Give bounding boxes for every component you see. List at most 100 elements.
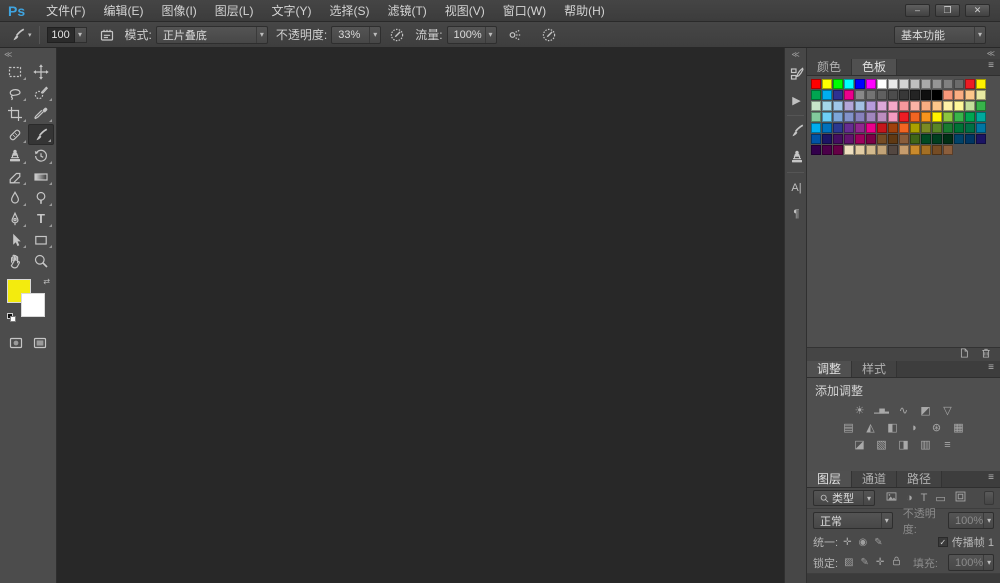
tool-gradient[interactable] <box>28 166 54 187</box>
swatch[interactable] <box>888 123 898 133</box>
swatch[interactable] <box>954 79 964 89</box>
swatch[interactable] <box>976 101 986 111</box>
filter-kind-select[interactable]: 类型 ▾ <box>813 490 875 506</box>
collapse-tools-icon[interactable]: ≪ <box>0 48 56 61</box>
swatch[interactable] <box>833 145 843 155</box>
tab-channels[interactable]: 通道 <box>852 471 897 487</box>
swatch[interactable] <box>844 134 854 144</box>
tool-pen[interactable] <box>2 208 28 229</box>
swatch[interactable] <box>855 134 865 144</box>
quick-mask-button[interactable] <box>8 335 24 356</box>
tool-lasso[interactable] <box>2 82 28 103</box>
menu-item-9[interactable]: 帮助(H) <box>555 4 614 18</box>
swatch[interactable] <box>954 112 964 122</box>
swatch[interactable] <box>866 112 876 122</box>
layers-list-empty[interactable] <box>807 574 1000 583</box>
filter-shape-icon[interactable]: ▭ <box>935 492 945 505</box>
adjustment-channel-mixer-icon[interactable]: ⊛ <box>929 421 944 435</box>
layer-blend-mode-select[interactable]: 正常 ▾ <box>813 512 893 529</box>
lock-position-icon[interactable]: ✛ <box>876 557 884 568</box>
swatch[interactable] <box>965 90 975 100</box>
adjustment-hue-saturation-icon[interactable]: ▤ <box>841 421 856 435</box>
menu-item-6[interactable]: 滤镜(T) <box>378 4 435 18</box>
swatch[interactable] <box>844 90 854 100</box>
screen-mode-button[interactable] <box>32 335 48 356</box>
swatch[interactable] <box>888 101 898 111</box>
swatch[interactable] <box>822 79 832 89</box>
tab-styles[interactable]: 样式 <box>852 361 897 377</box>
blend-mode-select[interactable]: 正片叠底 ▾ <box>156 26 268 44</box>
tool-preset-arrow-icon[interactable]: ▾ <box>28 31 32 39</box>
swatch[interactable] <box>965 79 975 89</box>
swatch[interactable] <box>822 134 832 144</box>
background-color-swatch[interactable] <box>21 293 45 317</box>
swatch[interactable] <box>954 101 964 111</box>
swatch[interactable] <box>877 123 887 133</box>
swatch[interactable] <box>921 101 931 111</box>
swatch[interactable] <box>855 112 865 122</box>
adjustment-posterize-icon[interactable]: ▧ <box>874 438 889 452</box>
swatch[interactable] <box>877 101 887 111</box>
swatch[interactable] <box>910 90 920 100</box>
swatch[interactable] <box>822 101 832 111</box>
swatch[interactable] <box>954 90 964 100</box>
swatch[interactable] <box>844 79 854 89</box>
swatch[interactable] <box>943 123 953 133</box>
swatch[interactable] <box>899 112 909 122</box>
swatch[interactable] <box>822 123 832 133</box>
menu-item-0[interactable]: 文件(F) <box>37 4 94 18</box>
tool-blur[interactable] <box>2 187 28 208</box>
swatch[interactable] <box>877 145 887 155</box>
swatch[interactable] <box>811 145 821 155</box>
swatch[interactable] <box>910 145 920 155</box>
adjustment-vibrance-icon[interactable]: ▽ <box>940 404 955 418</box>
swatch[interactable] <box>899 90 909 100</box>
swatch[interactable] <box>943 145 953 155</box>
adjustment-color-lookup-icon[interactable]: ▦ <box>951 421 966 435</box>
swatch[interactable] <box>866 145 876 155</box>
swatch[interactable] <box>976 90 986 100</box>
swatch[interactable] <box>910 112 920 122</box>
tool-rectangle-shape[interactable] <box>28 229 54 250</box>
swatch[interactable] <box>811 134 821 144</box>
tool-dodge[interactable] <box>28 187 54 208</box>
swatch[interactable] <box>833 112 843 122</box>
tool-hand[interactable] <box>2 250 28 271</box>
swatch[interactable] <box>921 123 931 133</box>
swatch[interactable] <box>965 101 975 111</box>
swatch[interactable] <box>899 134 909 144</box>
swatch[interactable] <box>855 79 865 89</box>
adjustment-threshold-icon[interactable]: ◨ <box>896 438 911 452</box>
swatch[interactable] <box>811 112 821 122</box>
filter-smart-object-icon[interactable] <box>954 490 967 506</box>
dock-panel-paragraph-icon[interactable]: ¶ <box>785 201 808 227</box>
default-colors-icon[interactable] <box>7 313 17 323</box>
dock-panel-character-icon[interactable]: A| <box>785 175 808 201</box>
swatch[interactable] <box>921 79 931 89</box>
tool-clone-stamp[interactable] <box>2 145 28 166</box>
filter-adjustment-icon[interactable]: ◑ <box>906 492 913 504</box>
adjustment-photo-filter-icon[interactable]: ◗ <box>907 421 922 435</box>
tab-layers[interactable]: 图层 <box>807 471 852 487</box>
tab-paths[interactable]: 路径 <box>897 471 942 487</box>
swatch[interactable] <box>921 112 931 122</box>
swatch[interactable] <box>932 101 942 111</box>
lock-all-icon[interactable] <box>891 555 902 570</box>
collapse-panels-icon[interactable]: ≪ <box>807 48 1000 59</box>
swatch[interactable] <box>844 145 854 155</box>
tool-zoom[interactable] <box>28 250 54 271</box>
swatch[interactable] <box>833 101 843 111</box>
swatch[interactable] <box>943 134 953 144</box>
swatch[interactable] <box>811 90 821 100</box>
tool-crop[interactable] <box>2 103 28 124</box>
tool-eyedropper[interactable] <box>28 103 54 124</box>
adjustment-black-white-icon[interactable]: ◧ <box>885 421 900 435</box>
swatch[interactable] <box>899 123 909 133</box>
tool-type[interactable]: T <box>28 208 54 229</box>
adjustment-gradient-map-icon[interactable]: ▥ <box>918 438 933 452</box>
swatch[interactable] <box>943 90 953 100</box>
swatch[interactable] <box>855 145 865 155</box>
tab-swatches[interactable]: 色板 <box>852 59 897 75</box>
restore-button[interactable]: ❐ <box>935 4 960 17</box>
airbrush-icon[interactable] <box>505 25 525 45</box>
